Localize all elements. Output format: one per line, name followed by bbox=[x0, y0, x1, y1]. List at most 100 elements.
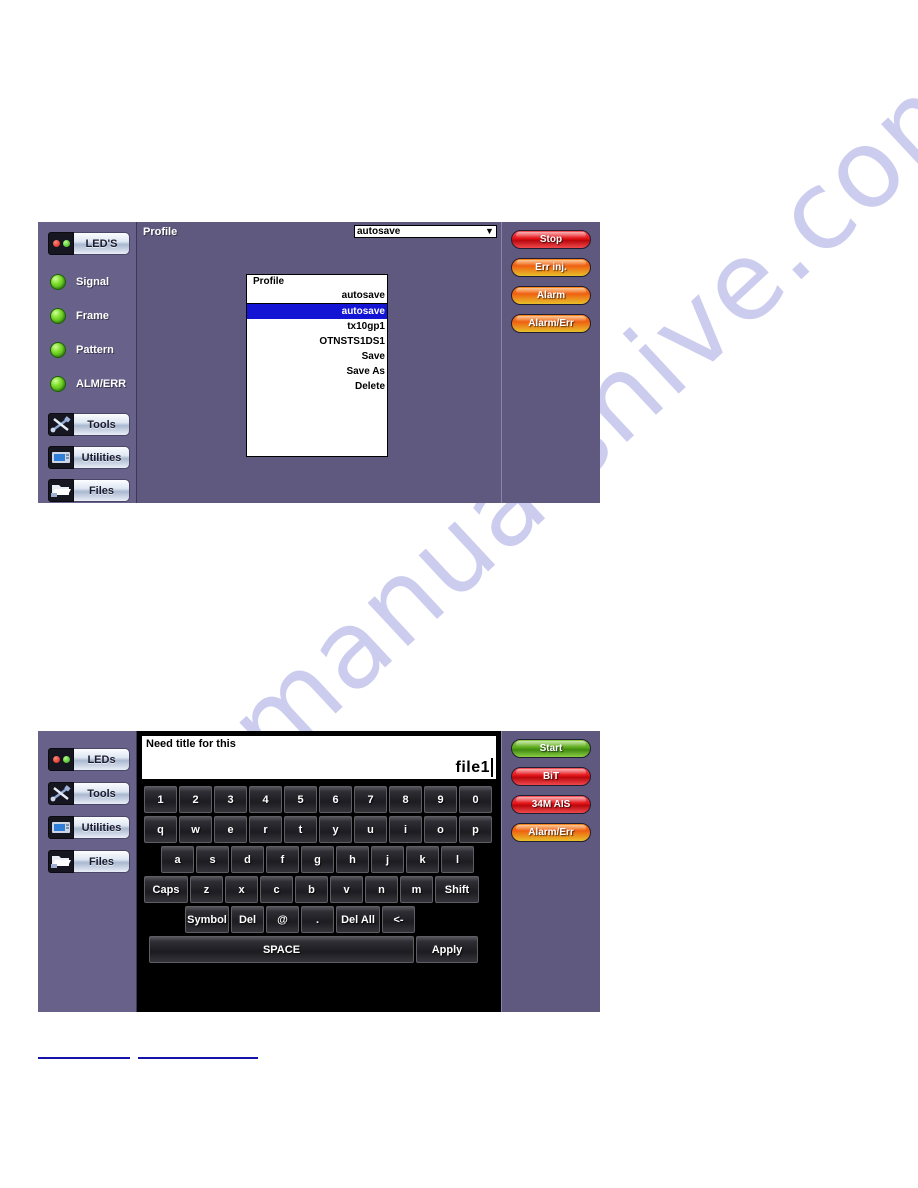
key-w[interactable]: w bbox=[179, 816, 212, 843]
key-7[interactable]: 7 bbox=[354, 786, 387, 813]
key-space[interactable]: SPACE bbox=[149, 936, 414, 963]
key-k[interactable]: k bbox=[406, 846, 439, 873]
filename-input-title: Need title for this bbox=[146, 738, 236, 750]
led-status-label: Pattern bbox=[76, 344, 114, 356]
led-indicator-icon bbox=[50, 308, 66, 324]
sidebar-item-leds-label: LED'S bbox=[74, 232, 130, 255]
key-1[interactable]: 1 bbox=[144, 786, 177, 813]
led-status-pattern: Pattern bbox=[38, 333, 136, 367]
key-9[interactable]: 9 bbox=[424, 786, 457, 813]
key-d[interactable]: d bbox=[231, 846, 264, 873]
keyboard-row-numbers: 1 2 3 4 5 6 7 8 9 0 bbox=[144, 786, 501, 813]
key-u[interactable]: u bbox=[354, 816, 387, 843]
key-5[interactable]: 5 bbox=[284, 786, 317, 813]
key-o[interactable]: o bbox=[424, 816, 457, 843]
key-symbol[interactable]: Symbol bbox=[185, 906, 229, 933]
profile-listbox[interactable]: Profile autosave autosave tx10gp1 OTNSTS… bbox=[246, 274, 388, 457]
list-item[interactable]: Save bbox=[247, 349, 387, 364]
key-caps[interactable]: Caps bbox=[144, 876, 188, 903]
sidebar-item-tools-label: Tools bbox=[74, 782, 130, 805]
page-title: Profile bbox=[143, 226, 178, 238]
apply-button[interactable]: Apply bbox=[416, 936, 478, 963]
files-icon bbox=[48, 850, 74, 873]
alarm-button[interactable]: Alarm bbox=[511, 286, 591, 305]
key-z[interactable]: z bbox=[190, 876, 223, 903]
keyboard-row-asdf: a s d f g h j k l bbox=[161, 846, 501, 873]
key-l[interactable]: l bbox=[441, 846, 474, 873]
key-m[interactable]: m bbox=[400, 876, 433, 903]
key-i[interactable]: i bbox=[389, 816, 422, 843]
utilities-icon bbox=[48, 446, 74, 469]
key-v[interactable]: v bbox=[330, 876, 363, 903]
alarm-err-button[interactable]: Alarm/Err bbox=[511, 314, 591, 333]
list-item[interactable]: Delete bbox=[247, 379, 387, 394]
key-t[interactable]: t bbox=[284, 816, 317, 843]
34m-ais-button[interactable]: 34M AIS bbox=[511, 795, 591, 814]
device-screen-profile: LED'S Signal Frame Pattern ALM/ERR Tools… bbox=[38, 222, 600, 503]
alarm-err-button[interactable]: Alarm/Err bbox=[511, 823, 591, 842]
key-0[interactable]: 0 bbox=[459, 786, 492, 813]
led-indicator-icon bbox=[50, 342, 66, 358]
key-f[interactable]: f bbox=[266, 846, 299, 873]
key-h[interactable]: h bbox=[336, 846, 369, 873]
sidebar-item-utilities[interactable]: Utilities bbox=[48, 816, 130, 839]
profile-toolbar: Profile autosave ▼ bbox=[137, 222, 501, 244]
key-s[interactable]: s bbox=[196, 846, 229, 873]
leds-icon bbox=[48, 748, 74, 771]
sidebar-item-leds[interactable]: LED'S bbox=[48, 232, 130, 255]
key-n[interactable]: n bbox=[365, 876, 398, 903]
key-4[interactable]: 4 bbox=[249, 786, 282, 813]
key-period[interactable]: . bbox=[301, 906, 334, 933]
sidebar-item-files[interactable]: Files bbox=[48, 479, 130, 502]
key-del-all[interactable]: Del All bbox=[336, 906, 380, 933]
key-q[interactable]: q bbox=[144, 816, 177, 843]
key-a[interactable]: a bbox=[161, 846, 194, 873]
led-status-frame: Frame bbox=[38, 299, 136, 333]
sidebar-item-leds-label: LEDs bbox=[74, 748, 130, 771]
led-status-label: Signal bbox=[76, 276, 110, 288]
keyboard-row-zxcv: Caps z x c b v n m Shift bbox=[144, 876, 501, 903]
key-y[interactable]: y bbox=[319, 816, 352, 843]
panel1-rightbar: Stop Err inj. Alarm Alarm/Err bbox=[501, 222, 600, 503]
sidebar-item-files-label: Files bbox=[74, 479, 130, 502]
filename-input[interactable]: Need title for this file1 bbox=[142, 736, 496, 779]
led-status-label: ALM/ERR bbox=[76, 378, 127, 390]
led-status-label: Frame bbox=[76, 310, 110, 322]
list-item[interactable]: autosave bbox=[247, 304, 387, 319]
key-j[interactable]: j bbox=[371, 846, 404, 873]
key-b[interactable]: b bbox=[295, 876, 328, 903]
profile-select[interactable]: autosave ▼ bbox=[354, 225, 497, 238]
key-6[interactable]: 6 bbox=[319, 786, 352, 813]
key-del[interactable]: Del bbox=[231, 906, 264, 933]
footer-link-1[interactable] bbox=[38, 1045, 130, 1059]
footer-link-2[interactable] bbox=[138, 1045, 258, 1059]
list-item[interactable]: OTNSTS1DS1 bbox=[247, 334, 387, 349]
key-p[interactable]: p bbox=[459, 816, 492, 843]
sidebar-item-utilities[interactable]: Utilities bbox=[48, 446, 130, 469]
key-backspace[interactable]: <- bbox=[382, 906, 415, 933]
err-inj-button[interactable]: Err inj. bbox=[511, 258, 591, 277]
key-8[interactable]: 8 bbox=[389, 786, 422, 813]
key-r[interactable]: r bbox=[249, 816, 282, 843]
sidebar-item-utilities-label: Utilities bbox=[74, 446, 130, 469]
panel2-main: Need title for this file1 1 2 3 4 5 6 7 … bbox=[137, 731, 501, 1012]
key-g[interactable]: g bbox=[301, 846, 334, 873]
stop-button[interactable]: Stop bbox=[511, 230, 591, 249]
sidebar-item-tools[interactable]: Tools bbox=[48, 782, 130, 805]
keyboard-row-space: SPACE Apply bbox=[149, 936, 501, 963]
key-e[interactable]: e bbox=[214, 816, 247, 843]
key-shift[interactable]: Shift bbox=[435, 876, 479, 903]
list-item[interactable]: tx10gp1 bbox=[247, 319, 387, 334]
list-item[interactable]: Save As bbox=[247, 364, 387, 379]
sidebar-item-files[interactable]: Files bbox=[48, 850, 130, 873]
sidebar-item-tools[interactable]: Tools bbox=[48, 413, 130, 436]
key-x[interactable]: x bbox=[225, 876, 258, 903]
key-2[interactable]: 2 bbox=[179, 786, 212, 813]
listbox-header: Profile bbox=[253, 276, 285, 287]
start-button[interactable]: Start bbox=[511, 739, 591, 758]
bit-button[interactable]: BiT bbox=[511, 767, 591, 786]
key-3[interactable]: 3 bbox=[214, 786, 247, 813]
key-at[interactable]: @ bbox=[266, 906, 299, 933]
sidebar-item-leds[interactable]: LEDs bbox=[48, 748, 130, 771]
key-c[interactable]: c bbox=[260, 876, 293, 903]
